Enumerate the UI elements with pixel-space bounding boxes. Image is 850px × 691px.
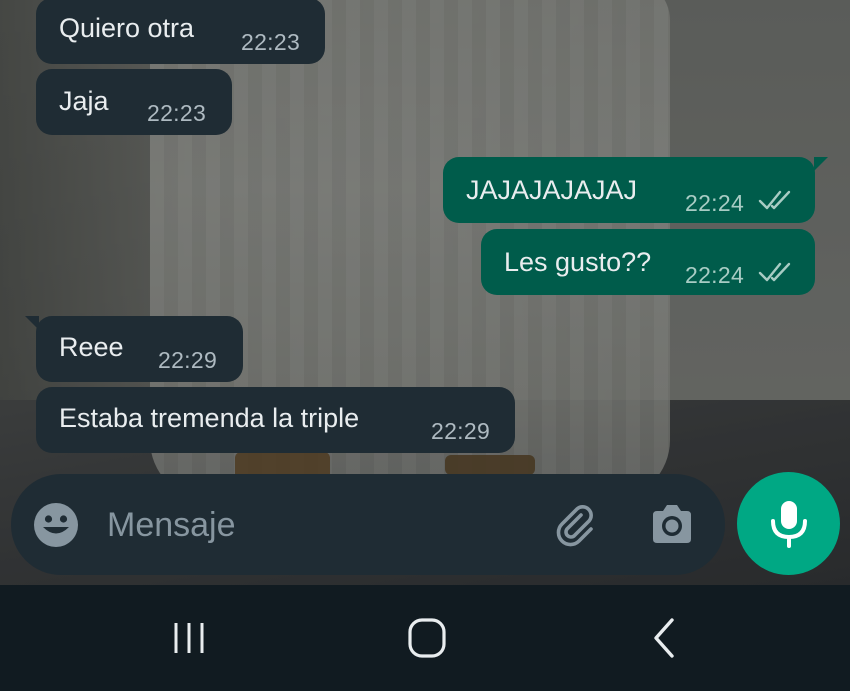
message-bubble-incoming[interactable]: Jaja 22:23 [36, 69, 232, 135]
bubble-tail [814, 157, 828, 171]
message-time: 22:23 [241, 29, 301, 55]
voice-message-button[interactable] [737, 472, 840, 575]
message-text: Les gusto?? [504, 247, 652, 277]
message-bubble-incoming[interactable]: Quiero otra 22:23 [36, 0, 325, 64]
message-time: 22:29 [431, 418, 491, 444]
message-bubble-incoming[interactable]: Reee 22:29 [25, 316, 243, 382]
message-bubble-outgoing[interactable]: Les gusto?? 22:24 [481, 229, 815, 295]
message-composer [11, 474, 725, 575]
message-text: Quiero otra [59, 13, 195, 43]
message-bubble-outgoing[interactable]: JAJAJAJAJAJ 22:24 [443, 157, 828, 223]
camera-icon[interactable] [649, 502, 695, 548]
double-check-icon [758, 262, 791, 282]
message-text: Jaja [59, 86, 109, 116]
message-time: 22:24 [685, 262, 745, 288]
double-check-icon [758, 190, 791, 210]
message-text: Estaba tremenda la triple [59, 403, 360, 433]
message-text: Reee [59, 332, 124, 362]
message-input[interactable] [107, 504, 527, 546]
message-time: 22:23 [147, 100, 207, 126]
recents-icon[interactable] [164, 615, 214, 661]
message-bubble-incoming[interactable]: Estaba tremenda la triple 22:29 [36, 387, 515, 453]
home-icon[interactable] [402, 615, 452, 661]
system-navigation-bar [0, 585, 850, 691]
emoji-icon[interactable] [33, 502, 79, 548]
paperclip-icon[interactable] [551, 501, 599, 549]
microphone-icon [771, 501, 807, 548]
message-text: JAJAJAJAJAJ [466, 175, 638, 205]
message-time: 22:29 [158, 347, 218, 373]
message-time: 22:24 [685, 190, 745, 216]
back-icon[interactable] [640, 615, 690, 661]
bubble-tail [25, 316, 39, 330]
